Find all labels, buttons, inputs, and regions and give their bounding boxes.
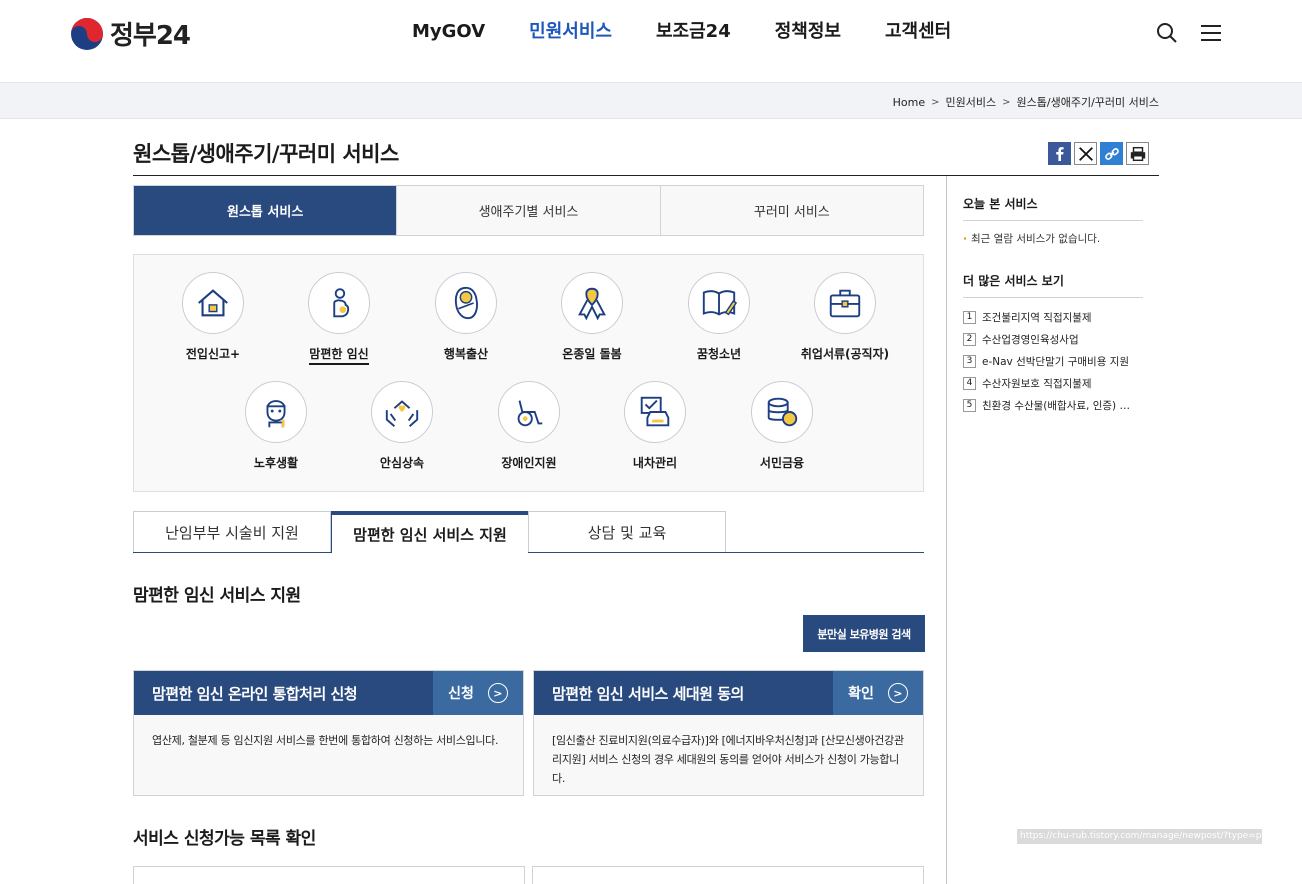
main-nav: MyGOV 민원서비스 보조금24 정책정보 고객센터 <box>412 20 995 44</box>
section-title-list: 서비스 신청가능 목록 확인 <box>133 829 316 849</box>
service-youth[interactable]: 꿈청소년 <box>659 272 779 362</box>
confirm-button[interactable]: 확인 > <box>833 671 923 715</box>
pregnancy-sub-tabs: 난임부부 시술비 지원 맘편한 임신 서비스 지원 상담 및 교육 <box>133 511 924 553</box>
facebook-icon[interactable] <box>1048 142 1071 165</box>
nav-subsidy[interactable]: 보조금24 <box>656 20 731 44</box>
card-description: 엽산제, 철분제 등 임신지원 서비스를 한번에 통합하여 신청하는 서비스입니… <box>152 734 499 747</box>
elder-icon <box>266 400 286 428</box>
list-item[interactable]: 4 수산자원보호 직접지불제 <box>963 372 1143 394</box>
print-icon[interactable] <box>1126 142 1149 165</box>
service-employment-docs[interactable]: 취업서류(공직자) <box>785 272 905 362</box>
service-inheritance[interactable]: 안심상속 <box>342 381 462 471</box>
car-icon <box>640 396 670 427</box>
service-disability[interactable]: 장애인지원 <box>469 381 589 471</box>
wheelchair-icon <box>517 400 543 427</box>
sidebar-divider <box>946 176 947 884</box>
menu-icon[interactable] <box>1200 22 1222 44</box>
service-list-box <box>532 866 924 884</box>
service-birth[interactable]: 행복출산 <box>406 272 526 362</box>
service-finance[interactable]: 서민금융 <box>722 381 842 471</box>
title-divider <box>133 175 1159 176</box>
household-consent-card: 맘편한 임신 서비스 세대원 동의 확인 > [임신출산 진료비지원(의료수급자)… <box>533 670 924 796</box>
tab-pregnancy-support[interactable]: 맘편한 임신 서비스 지원 <box>331 511 529 553</box>
delivery-hospital-search-button[interactable]: 분만실 보유병원 검색 <box>803 615 925 652</box>
tab-infertility[interactable]: 난임부부 시술비 지원 <box>133 511 331 552</box>
tab-onestop[interactable]: 원스톱 서비스 <box>134 186 397 235</box>
arrow-right-icon: > <box>487 683 508 703</box>
book-icon <box>702 290 738 316</box>
briefcase-icon <box>829 289 861 318</box>
breadcrumb-band: Home > 민원서비스 > 원스톱/생애주기/꾸러미 서비스 <box>0 82 1302 119</box>
nav-civil-service[interactable]: 민원서비스 <box>529 20 612 44</box>
service-all-day-care[interactable]: 온종일 돌봄 <box>532 272 652 362</box>
card-title: 맘편한 임신 온라인 통합처리 신청 <box>152 684 358 703</box>
list-item[interactable]: 2 수산업경영인육성사업 <box>963 328 1143 350</box>
ribbon-icon <box>578 287 606 321</box>
logo-text: 정부24 <box>110 21 191 51</box>
right-sidebar: 오늘 본 서비스 최근 열람 서비스가 없습니다. 더 많은 서비스 보기 1조… <box>963 195 1143 416</box>
tab-counseling[interactable]: 상담 및 교육 <box>528 511 726 552</box>
house-icon <box>198 289 228 317</box>
card-title: 맘편한 임신 서비스 세대원 동의 <box>552 684 744 703</box>
recent-services-title: 오늘 본 서비스 <box>963 195 1143 221</box>
more-services-title: 더 많은 서비스 보기 <box>963 272 1143 298</box>
nav-policy[interactable]: 정책정보 <box>775 20 841 44</box>
chevron-right-icon: > <box>1002 96 1011 108</box>
baby-icon <box>454 286 478 320</box>
x-twitter-icon[interactable] <box>1074 142 1097 165</box>
link-icon[interactable] <box>1100 142 1123 165</box>
list-item[interactable]: 5 친환경 수산물(배합사료, 인증) … <box>963 394 1143 416</box>
pregnant-icon <box>333 288 350 318</box>
hands-house-icon <box>385 400 419 427</box>
site-header: 정부24 MyGOV 민원서비스 보조금24 정책정보 고객센터 <box>0 0 1302 82</box>
breadcrumb-civil-service[interactable]: 민원서비스 <box>946 94 997 110</box>
list-item[interactable]: 1 조건불리지역 직접지불제 <box>963 306 1143 328</box>
breadcrumb-current[interactable]: 원스톱/생애주기/꾸러미 서비스 <box>1017 94 1159 110</box>
nav-customer-center[interactable]: 고객센터 <box>885 20 951 44</box>
more-services-list: 1 조건불리지역 직접지불제 2 수산업경영인육성사업 3 e-Nav 선박단말기 구… <box>963 306 1143 416</box>
service-type-tabs: 원스톱 서비스 생애주기별 서비스 꾸러미 서비스 <box>133 185 924 236</box>
recent-services-empty: 최근 열람 서비스가 없습니다. <box>963 231 1143 246</box>
header-tools <box>1156 22 1222 44</box>
service-list-box <box>133 866 525 884</box>
service-retirement[interactable]: 노후생활 <box>216 381 336 471</box>
tab-package[interactable]: 꾸러미 서비스 <box>659 186 923 235</box>
onestop-service-grid: 전입신고+ 맘편한 임신 행복출산 온종일 돌봄 꿈청소년 취업서류(공직자) … <box>133 254 924 492</box>
tab-lifecycle[interactable]: 생애주기별 서비스 <box>396 186 660 235</box>
logo[interactable]: 정부24 <box>70 15 191 52</box>
page-title: 원스톱/생애주기/꾸러미 서비스 <box>133 142 399 166</box>
nav-mygov[interactable]: MyGOV <box>412 20 485 44</box>
list-item[interactable]: 3 e-Nav 선박단말기 구매비용 지원 <box>963 350 1143 372</box>
arrow-right-icon: > <box>887 683 908 703</box>
chevron-right-icon: > <box>931 96 940 108</box>
apply-button[interactable]: 신청 > <box>433 671 523 715</box>
online-application-card: 맘편한 임신 온라인 통합처리 신청 신청 > 엽산제, 철분제 등 임신지원 서… <box>133 670 524 796</box>
service-my-car[interactable]: 내차관리 <box>595 381 715 471</box>
service-pregnancy[interactable]: 맘편한 임신 <box>279 272 399 365</box>
card-description: [임신출산 진료비지원(의료수급자)]와 [에너지바우처신청]과 [산모신생아건… <box>552 734 904 785</box>
url-tooltip: https://chu-rub.tistory.com/manage/newpo… <box>1017 829 1262 844</box>
breadcrumb: Home > 민원서비스 > 원스톱/생애주기/꾸러미 서비스 <box>893 94 1159 110</box>
breadcrumb-home[interactable]: Home <box>893 96 925 109</box>
coins-icon <box>767 397 798 427</box>
share-tools <box>1048 142 1149 165</box>
taegeuk-logo-icon <box>71 17 103 50</box>
section-title: 맘편한 임신 서비스 지원 <box>133 586 301 606</box>
service-move-in[interactable]: 전입신고+ <box>153 272 273 362</box>
search-icon[interactable] <box>1156 22 1178 44</box>
